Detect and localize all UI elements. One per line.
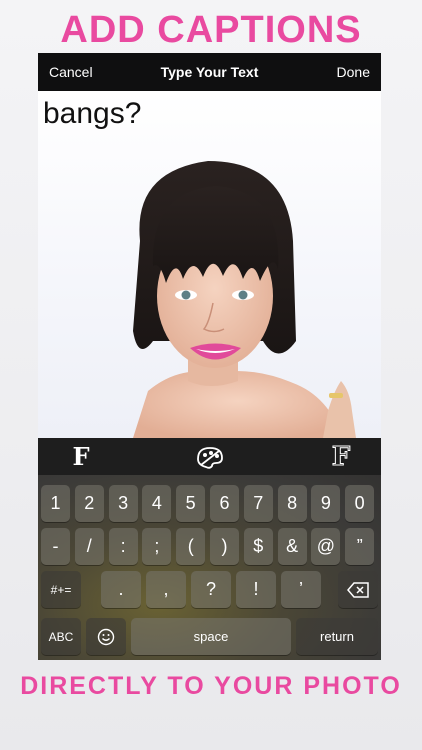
outline-font-button[interactable]: F [326, 438, 356, 475]
portrait-photo [133, 161, 356, 438]
punctuation-key-4[interactable]: ’ [281, 571, 321, 608]
punctuation-key-3[interactable]: ! [236, 571, 276, 608]
backspace-key[interactable] [338, 571, 378, 608]
emoji-icon [97, 628, 115, 645]
phone-screen: Cancel Type Your Text Done bangs? F F 1 … [38, 53, 381, 660]
text-style-toolbar: F F [38, 438, 381, 475]
number-key-1[interactable]: 2 [74, 485, 104, 522]
color-button[interactable] [193, 438, 227, 475]
number-key-0[interactable]: 1 [41, 485, 70, 522]
punctuation-key-0[interactable]: . [101, 571, 141, 608]
return-key[interactable]: return [296, 618, 378, 655]
symbol-key-1[interactable]: / [74, 528, 104, 565]
caption-text[interactable]: bangs? [43, 96, 141, 132]
punctuation-key-1[interactable]: , [146, 571, 186, 608]
serif-font-icon: F [72, 442, 90, 471]
backspace-icon [347, 581, 369, 598]
emoji-key[interactable] [86, 618, 126, 655]
serif-font-button[interactable]: F [66, 438, 96, 475]
symbol-key-0[interactable]: - [41, 528, 70, 565]
promo-headline: ADD CAPTIONS [60, 9, 362, 51]
symbol-key-5[interactable]: ) [210, 528, 239, 565]
navigation-bar: Cancel Type Your Text Done [38, 53, 381, 91]
symbol-key-4[interactable]: ( [176, 528, 206, 565]
photo-canvas[interactable]: bangs? [38, 91, 381, 438]
promo-subheadline: DIRECTLY TO YOUR PHOTO [20, 672, 402, 700]
outline-font-icon: F [331, 441, 351, 472]
symbol-key-8[interactable]: @ [311, 528, 341, 565]
number-key-5[interactable]: 6 [210, 485, 239, 522]
symbol-key-2[interactable]: : [108, 528, 138, 565]
abc-key[interactable]: ABC [41, 618, 81, 655]
number-key-2[interactable]: 3 [108, 485, 138, 522]
number-key-9[interactable]: 0 [345, 485, 375, 522]
number-key-4[interactable]: 5 [176, 485, 206, 522]
cancel-button[interactable]: Cancel [49, 64, 93, 80]
number-key-6[interactable]: 7 [243, 485, 273, 522]
space-key[interactable]: space [131, 618, 291, 655]
symbol-key-7[interactable]: & [277, 528, 307, 565]
number-key-7[interactable]: 8 [277, 485, 307, 522]
symbol-key-9[interactable]: ” [345, 528, 375, 565]
palette-icon [197, 446, 223, 469]
symbol-key-3[interactable]: ; [142, 528, 172, 565]
numeric-keyboard: 1234567890 - /:;() $ & @” #+= .,?!’ ABC spac… [38, 475, 381, 660]
punctuation-key-2[interactable]: ? [191, 571, 231, 608]
done-button[interactable]: Done [337, 64, 370, 80]
number-key-3[interactable]: 4 [142, 485, 172, 522]
symbol-key-6[interactable]: $ [243, 528, 273, 565]
symbols-toggle-key[interactable]: #+= [41, 571, 81, 608]
number-key-8[interactable]: 9 [311, 485, 341, 522]
